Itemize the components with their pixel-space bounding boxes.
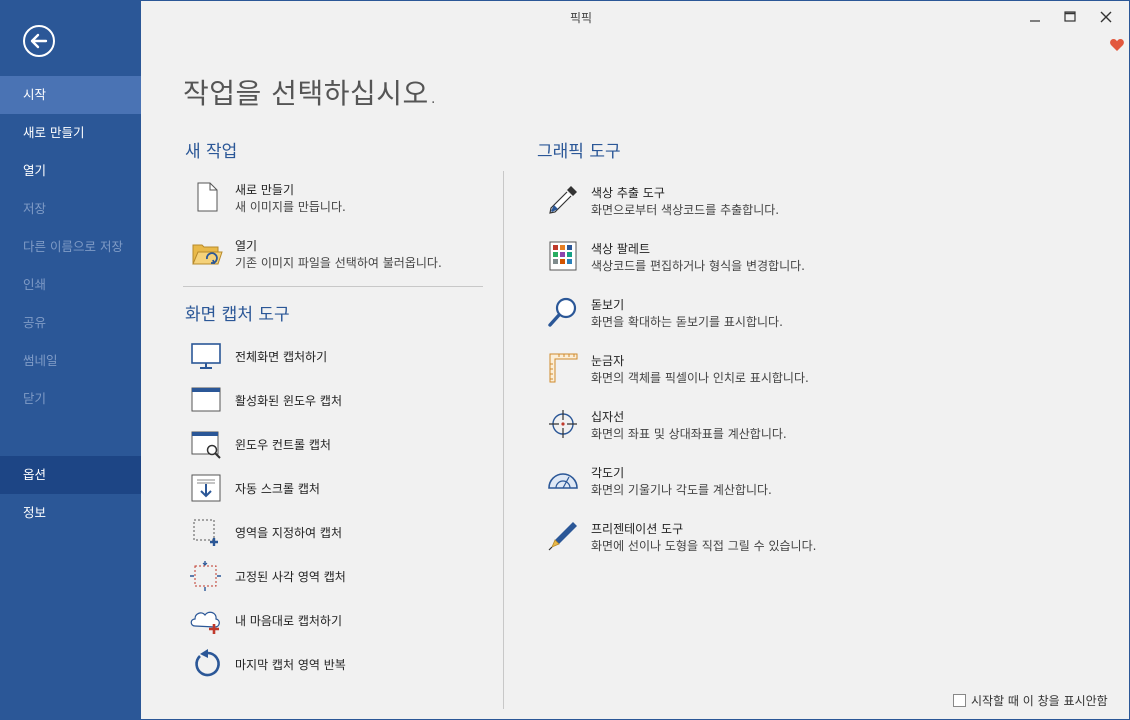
magnifier-title: 돋보기 — [591, 298, 625, 312]
sidebar-item-print[interactable]: 인쇄 — [0, 266, 141, 304]
eyedropper-icon — [549, 186, 577, 214]
minimize-button[interactable] — [1020, 5, 1050, 29]
capture-region-item[interactable]: 영역을 지정하여 캡처 — [189, 516, 489, 548]
scroll-capture-icon — [191, 474, 221, 502]
capture-freehand-item[interactable]: 내 마음대로 캡처하기 — [189, 604, 489, 636]
color-picker-desc: 화면으로부터 색상코드를 추출합니다. — [591, 203, 780, 217]
capture-repeat-item[interactable]: 마지막 캡처 영역 반복 — [189, 648, 489, 680]
capture-section-title: 화면 캡처 도구 — [185, 305, 290, 325]
sidebar-item-save-as[interactable]: 다른 이름으로 저장 — [0, 228, 141, 266]
color-palette-desc: 색상코드를 편집하거나 형식을 변경합니다. — [591, 259, 805, 273]
ruler-title: 눈금자 — [591, 354, 625, 368]
open-image-desc: 기존 이미지 파일을 선택하여 불러옵니다. — [235, 256, 442, 270]
region-capture-icon — [193, 519, 218, 546]
sidebar-item-save[interactable]: 저장 — [0, 190, 141, 228]
color-palette-item[interactable]: 색상 팔레트 색상코드를 편집하거나 형식을 변경합니다. — [547, 240, 867, 276]
color-palette-icon — [549, 241, 577, 271]
color-picker-title: 색상 추출 도구 — [591, 186, 665, 200]
ruler-desc: 화면의 객체를 픽셀이나 인치로 표시합니다. — [591, 371, 809, 385]
magnifier-item[interactable]: 돋보기 화면을 확대하는 돋보기를 표시합니다. — [547, 296, 867, 332]
main-panel: 픽픽 작업을 선택하십시오. 새 작업 새로 만들기 새 이미지를 만듭니다. … — [141, 1, 1129, 719]
close-button[interactable] — [1091, 5, 1121, 29]
new-image-title: 새로 만들기 — [235, 183, 295, 197]
maximize-button[interactable] — [1055, 5, 1085, 29]
favorite-heart-button[interactable] — [1109, 37, 1125, 53]
window-control-icon — [191, 431, 221, 459]
capture-window-control-item[interactable]: 윈도우 컨트롤 캡처 — [189, 428, 489, 460]
protractor-icon — [548, 473, 578, 489]
pen-icon — [548, 522, 577, 551]
new-image-desc: 새 이미지를 만듭니다. — [235, 200, 346, 214]
crosshair-title: 십자선 — [591, 410, 625, 424]
ruler-item[interactable]: 눈금자 화면의 객체를 픽셀이나 인치로 표시합니다. — [547, 352, 867, 388]
open-image-item[interactable]: 열기 기존 이미지 파일을 선택하여 불러옵니다. — [191, 237, 481, 273]
capture-active-window-label: 활성화된 윈도우 캡처 — [235, 394, 342, 408]
crosshair-item[interactable]: 십자선 화면의 좌표 및 상대좌표를 계산합니다. — [547, 408, 867, 444]
protractor-desc: 화면의 기울기나 각도를 계산합니다. — [591, 483, 772, 497]
window-title: 픽픽 — [569, 11, 593, 25]
protractor-item[interactable]: 각도기 화면의 기울기나 각도를 계산합니다. — [547, 464, 867, 500]
open-folder-icon — [192, 244, 223, 265]
sidebar-item-new[interactable]: 새로 만들기 — [0, 114, 141, 152]
dont-show-checkbox[interactable] — [953, 694, 966, 707]
presentation-tool-desc: 화면에 선이나 도형을 직접 그릴 수 있습니다. — [591, 539, 817, 553]
heart-icon — [1110, 39, 1124, 51]
graphics-section-title: 그래픽 도구 — [537, 142, 621, 162]
presentation-tool-item[interactable]: 프리젠테이션 도구 화면에 선이나 도형을 직접 그릴 수 있습니다. — [547, 520, 867, 556]
sidebar-item-options[interactable]: 옵션 — [0, 456, 141, 494]
sidebar: 시작 새로 만들기 열기 저장 다른 이름으로 저장 인쇄 공유 썸네일 닫기 … — [0, 0, 141, 720]
sidebar-item-thumbnail[interactable]: 썸네일 — [0, 342, 141, 380]
color-picker-item[interactable]: 색상 추출 도구 화면으로부터 색상코드를 추출합니다. — [547, 184, 867, 220]
capture-active-window-item[interactable]: 활성화된 윈도우 캡처 — [189, 384, 489, 416]
monitor-icon — [191, 343, 221, 369]
new-image-item[interactable]: 새로 만들기 새 이미지를 만듭니다. — [191, 181, 481, 217]
maximize-icon — [1064, 11, 1076, 22]
capture-freehand-label: 내 마음대로 캡처하기 — [235, 614, 342, 628]
protractor-title: 각도기 — [591, 466, 625, 480]
open-image-title: 열기 — [235, 239, 258, 253]
minimize-icon — [1030, 20, 1040, 22]
magnifier-icon — [548, 297, 577, 327]
presentation-tool-title: 프리젠테이션 도구 — [591, 522, 684, 536]
close-icon — [1100, 11, 1112, 23]
active-window-icon — [191, 387, 221, 412]
repeat-capture-icon — [195, 649, 220, 677]
dont-show-at-startup-option[interactable]: 시작할 때 이 창을 표시안함 — [953, 692, 1108, 709]
capture-window-control-label: 윈도우 컨트롤 캡처 — [235, 438, 331, 452]
magnifier-desc: 화면을 확대하는 돋보기를 표시합니다. — [591, 315, 783, 329]
capture-region-label: 영역을 지정하여 캡처 — [235, 526, 342, 540]
crosshair-desc: 화면의 좌표 및 상대좌표를 계산합니다. — [591, 427, 787, 441]
sidebar-item-close[interactable]: 닫기 — [0, 380, 141, 418]
capture-repeat-label: 마지막 캡처 영역 반복 — [235, 658, 346, 672]
page-title: 작업을 선택하십시오. — [183, 77, 439, 110]
back-button[interactable] — [22, 24, 56, 58]
freehand-capture-icon — [190, 611, 220, 634]
capture-fullscreen-label: 전체화면 캡처하기 — [235, 350, 328, 364]
capture-fixed-region-item[interactable]: 고정된 사각 영역 캡처 — [189, 560, 489, 592]
capture-fullscreen-item[interactable]: 전체화면 캡처하기 — [189, 340, 489, 372]
sidebar-item-start[interactable]: 시작 — [0, 76, 141, 114]
sidebar-item-info[interactable]: 정보 — [0, 494, 141, 532]
color-palette-title: 색상 팔레트 — [591, 242, 651, 256]
sidebar-item-open[interactable]: 열기 — [0, 152, 141, 190]
capture-scroll-label: 자동 스크롤 캡처 — [235, 482, 320, 496]
capture-fixed-region-label: 고정된 사각 영역 캡처 — [235, 570, 346, 584]
fixed-region-icon — [190, 561, 221, 591]
dont-show-label: 시작할 때 이 창을 표시안함 — [971, 694, 1108, 708]
capture-scroll-item[interactable]: 자동 스크롤 캡처 — [189, 472, 489, 504]
sidebar-item-share[interactable]: 공유 — [0, 304, 141, 342]
ruler-icon — [549, 353, 578, 383]
back-arrow-icon — [23, 25, 55, 57]
new-task-section-title: 새 작업 — [185, 142, 238, 162]
blank-document-icon — [197, 182, 218, 212]
column-divider — [503, 171, 504, 709]
section-divider — [183, 286, 483, 287]
crosshair-icon — [549, 410, 577, 438]
